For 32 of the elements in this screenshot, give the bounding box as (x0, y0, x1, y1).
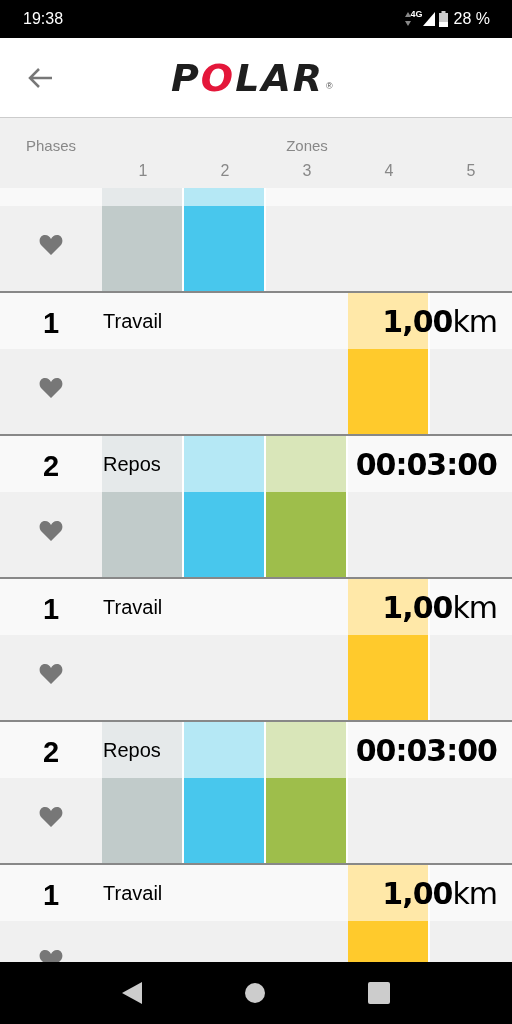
zones-label: Zones (286, 137, 328, 154)
phase-name: Travail (103, 309, 163, 333)
phase-name: Travail (103, 595, 163, 619)
battery-level: 28 % (453, 10, 490, 28)
network-type: 4G (410, 9, 423, 19)
phase-number: 1 (42, 878, 60, 912)
zone-number: 3 (302, 162, 312, 180)
phases-label: Phases (25, 137, 76, 154)
phase-target: 1,00km (382, 875, 497, 911)
phase-number: 1 (42, 306, 60, 340)
trademark-sign: ® (326, 80, 333, 91)
status-time: 19:38 (23, 10, 65, 28)
phase-number: 1 (42, 592, 60, 626)
phase-name: Repos (103, 452, 161, 476)
brand-logo: POLAR (171, 55, 325, 100)
zone-number: 2 (220, 162, 230, 180)
phase-number: 2 (42, 735, 60, 769)
zone-number: 5 (466, 162, 476, 180)
phase-name: Repos (103, 738, 161, 762)
phase-card[interactable]: 1 Travail 1,00km (0, 863, 512, 962)
phase-card[interactable]: 2 Repos 00:03:00 (0, 434, 512, 577)
phase-target: 1,00km (382, 589, 497, 625)
phase-card[interactable]: 1 Travail 1,00km (0, 291, 512, 434)
zone-number: 1 (138, 162, 148, 180)
phase-card[interactable]: 2 Repos 00:03:00 (0, 720, 512, 863)
phase-target: 1,00km (382, 303, 497, 339)
phase-number: 2 (42, 449, 60, 483)
zone-number: 4 (384, 162, 394, 180)
phase-target: 00:03:00 (355, 446, 497, 482)
phase-target: 00:03:00 (355, 732, 497, 768)
phase-card[interactable]: 1 Travail 1,00km (0, 577, 512, 720)
phase-name: Travail (103, 881, 163, 905)
